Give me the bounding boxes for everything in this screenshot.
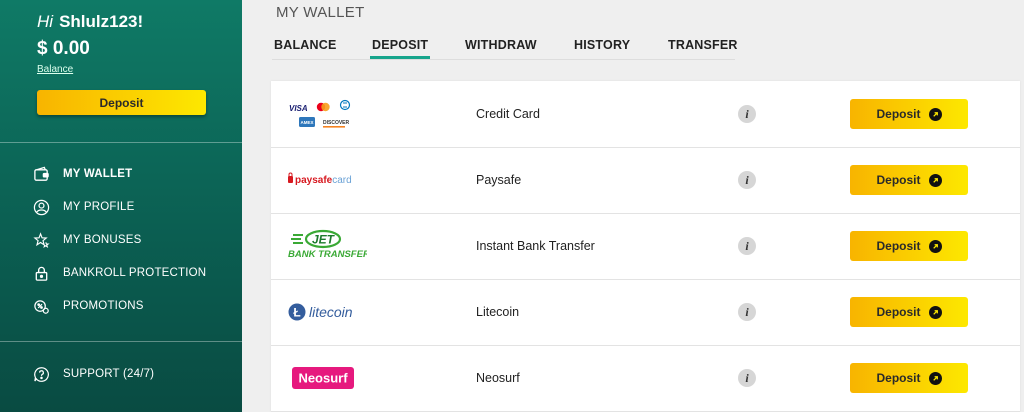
sidebar-divider	[0, 341, 242, 342]
tabs-divider	[272, 59, 735, 60]
page-title: MY WALLET	[276, 4, 365, 21]
arrow-up-right-icon	[928, 371, 942, 385]
neosurf-logo: Neosurf	[287, 345, 377, 411]
sidebar-item-my-wallet[interactable]: MY WALLET	[32, 165, 132, 183]
arrow-up-right-icon	[928, 107, 942, 121]
credit-card-logos: VISA AMEX DISCOVER	[287, 81, 377, 147]
paysafecard-logo: paysafecard	[287, 147, 377, 213]
info-icon[interactable]: i	[738, 171, 756, 189]
greeting-word: Hi	[37, 12, 54, 31]
stars-icon	[32, 231, 50, 249]
username: Shlulz123!	[59, 12, 144, 31]
arrow-up-right-icon	[928, 305, 942, 319]
svg-text:JET: JET	[312, 233, 336, 247]
list-item: paysafecard Paysafe i Deposit	[271, 147, 1020, 214]
sidebar-item-my-bonuses[interactable]: MY BONUSES	[32, 231, 141, 249]
sidebar-item-label: MY PROFILE	[63, 201, 135, 213]
list-item: Ł litecoin Litecoin i Deposit	[271, 279, 1020, 346]
sidebar-item-label: MY WALLET	[63, 168, 133, 180]
svg-text:VISA: VISA	[289, 104, 308, 113]
sidebar: Hi Shlulz123! $ 0.00 Balance Deposit MY W…	[0, 0, 242, 412]
method-name: Paysafe	[476, 173, 522, 187]
help-icon	[32, 365, 50, 383]
list-item: Neosurf Neosurf i Deposit	[271, 345, 1020, 412]
deposit-methods-list: VISA AMEX DISCOVER Credit Card i Deposit…	[271, 81, 1020, 412]
tab-withdraw[interactable]: WITHDRAW	[465, 30, 537, 58]
sidebar-item-label: PROMOTIONS	[63, 300, 144, 312]
deposit-button-label: Deposit	[876, 173, 921, 187]
sidebar-divider	[0, 142, 242, 143]
deposit-button[interactable]: Deposit	[850, 231, 968, 261]
tab-history[interactable]: HISTORY	[574, 30, 630, 58]
arrow-up-right-icon	[928, 239, 942, 253]
svg-text:BANK TRANSFER: BANK TRANSFER	[288, 249, 367, 260]
info-icon[interactable]: i	[738, 237, 756, 255]
user-icon	[32, 198, 50, 216]
wallet-icon	[32, 165, 50, 183]
svg-text:paysafecard: paysafecard	[295, 175, 352, 186]
svg-text:Neosurf: Neosurf	[298, 371, 348, 386]
svg-text:AMEX: AMEX	[300, 120, 313, 125]
method-name: Credit Card	[476, 107, 540, 121]
jet-bank-transfer-logo: JET BANK TRANSFER	[287, 213, 377, 279]
svg-text:litecoin: litecoin	[309, 304, 353, 320]
list-item: VISA AMEX DISCOVER Credit Card i Deposit	[271, 81, 1020, 148]
deposit-button[interactable]: Deposit	[850, 363, 968, 393]
deposit-button-label: Deposit	[876, 107, 921, 121]
deposit-button-label: Deposit	[876, 305, 921, 319]
deposit-button-label: Deposit	[876, 371, 921, 385]
svg-text:Ł: Ł	[293, 306, 300, 320]
tab-transfer[interactable]: TRANSFER	[668, 30, 738, 58]
balance-amount: $ 0.00	[37, 38, 90, 59]
deposit-button[interactable]: Deposit	[850, 99, 968, 129]
sidebar-item-support[interactable]: SUPPORT (24/7)	[32, 365, 154, 383]
tab-deposit[interactable]: DEPOSIT	[369, 30, 431, 59]
sidebar-item-bankroll-protection[interactable]: BANKROLL PROTECTION	[32, 264, 206, 282]
tab-balance[interactable]: BALANCE	[274, 30, 337, 58]
info-icon[interactable]: i	[738, 303, 756, 321]
method-name: Litecoin	[476, 305, 520, 319]
user-greeting: Hi Shlulz123!	[37, 12, 143, 32]
sidebar-item-label: BANKROLL PROTECTION	[63, 267, 207, 279]
info-icon[interactable]: i	[738, 105, 756, 123]
sidebar-item-my-profile[interactable]: MY PROFILE	[32, 198, 134, 216]
balance-link[interactable]: Balance	[37, 64, 73, 75]
info-icon[interactable]: i	[738, 369, 756, 387]
method-name: Neosurf	[476, 371, 520, 385]
sidebar-deposit-button[interactable]: Deposit	[37, 90, 206, 115]
sidebar-item-label: SUPPORT (24/7)	[63, 368, 155, 380]
method-name: Instant Bank Transfer	[476, 239, 595, 253]
arrow-up-right-icon	[928, 173, 942, 187]
svg-text:DISCOVER: DISCOVER	[323, 120, 350, 126]
promotions-icon	[32, 297, 50, 315]
list-item: JET BANK TRANSFER Instant Bank Transfer …	[271, 213, 1020, 280]
sidebar-item-label: MY BONUSES	[63, 234, 142, 246]
sidebar-item-promotions[interactable]: PROMOTIONS	[32, 297, 144, 315]
lock-icon	[32, 264, 50, 282]
deposit-button[interactable]: Deposit	[850, 165, 968, 195]
litecoin-logo: Ł litecoin	[287, 279, 377, 345]
deposit-button[interactable]: Deposit	[850, 297, 968, 327]
deposit-button-label: Deposit	[876, 239, 921, 253]
